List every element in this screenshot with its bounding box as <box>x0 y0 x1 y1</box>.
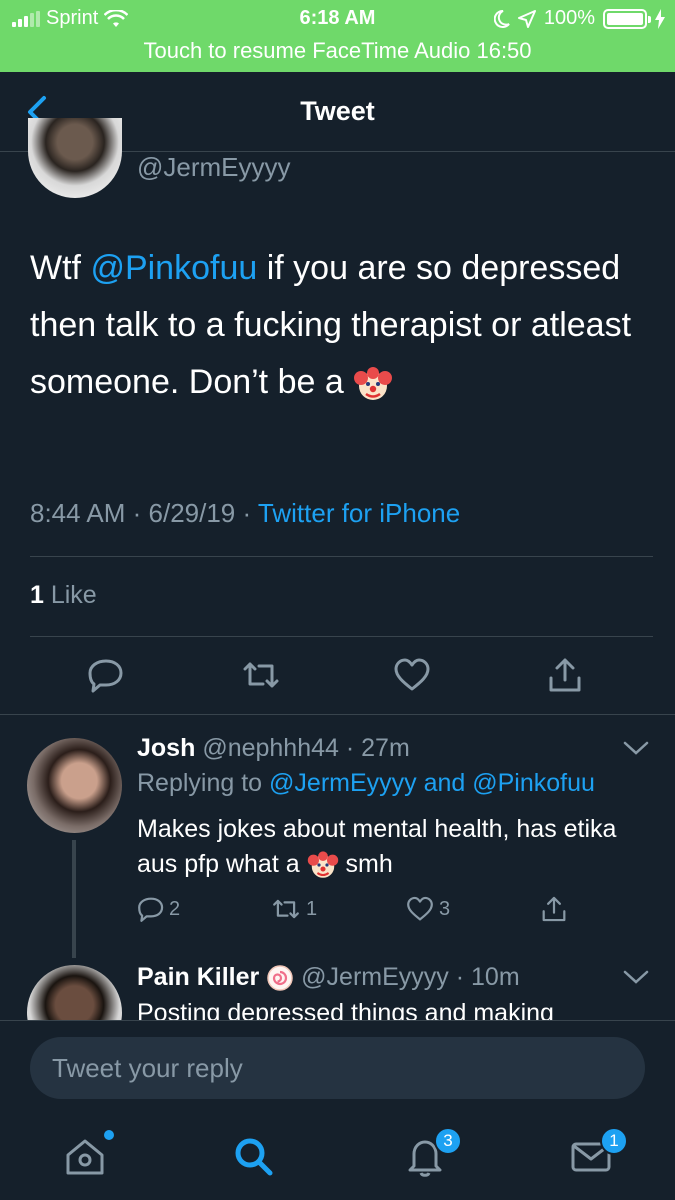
tweet-date: 6/29/19 <box>148 498 236 528</box>
clown-emoji-icon <box>307 851 338 879</box>
divider <box>30 636 653 637</box>
replying-to-users[interactable]: @JermEyyyy and @Pinkofuu <box>269 769 595 797</box>
avatar[interactable] <box>27 965 122 1020</box>
tab-messages[interactable]: 1 <box>568 1127 628 1183</box>
tab-notifications[interactable]: 3 <box>402 1127 462 1183</box>
status-right-group: 100% <box>493 7 665 30</box>
thread-line <box>72 840 76 958</box>
reply-icon[interactable] <box>87 656 125 694</box>
status-bar: Sprint 6:18 AM 100% <box>0 0 675 38</box>
share-icon <box>542 896 566 922</box>
tweet-text: Wtf @Pinkofuu if you are so depressed th… <box>30 240 650 411</box>
bottom-area: 3 1 <box>0 1020 675 1200</box>
divider <box>0 714 675 715</box>
reply-text: Makes jokes about mental health, has eti… <box>137 812 637 882</box>
meta-separator-1: · <box>125 498 149 528</box>
retweet-count: 1 <box>306 897 318 920</box>
moon-icon <box>493 9 510 28</box>
replying-to-label: Replying to <box>137 769 270 797</box>
unread-dot <box>104 1130 114 1140</box>
reply-retweet-button[interactable]: 1 <box>270 895 317 923</box>
reply-text-end: smh <box>338 850 393 878</box>
reply-header: Josh @nephhh44 · 27m <box>137 734 410 763</box>
tweet-text-start: Wtf <box>30 249 91 287</box>
fishcake-emoji-icon <box>267 965 293 992</box>
notifications-badge: 3 <box>434 1127 462 1155</box>
reply-time: · 10m <box>455 963 520 991</box>
reply-2-clip: Pain Killer @JermEyyyy · 10m Posting dep… <box>0 955 675 1020</box>
battery-percent: 100% <box>543 7 595 29</box>
chevron-down-icon[interactable] <box>623 740 649 756</box>
reply-header: Pain Killer @JermEyyyy · 10m <box>137 963 520 992</box>
tweet-meta: 8:44 AM · 6/29/19 · Twitter for iPhone <box>30 498 460 529</box>
replying-to: Replying to @JermEyyyy and @Pinkofuu <box>137 769 595 798</box>
clown-emoji-icon <box>354 367 393 401</box>
author-handle[interactable]: @JermEyyyy <box>137 152 291 183</box>
retweet-icon[interactable] <box>242 656 280 694</box>
reply-time: · 27m <box>345 734 410 762</box>
battery-fill <box>607 12 643 25</box>
messages-badge: 1 <box>600 1127 628 1155</box>
reply-author-name[interactable]: Pain Killer <box>137 963 259 991</box>
reply-icon <box>138 897 164 922</box>
charging-bolt-icon <box>655 8 665 29</box>
chevron-down-icon[interactable] <box>623 969 649 985</box>
likes-count[interactable]: 1 Like <box>30 581 97 610</box>
reply-author-name[interactable]: Josh <box>137 734 195 762</box>
share-icon[interactable] <box>546 656 584 694</box>
search-icon <box>235 1138 273 1176</box>
heart-icon <box>407 896 433 921</box>
tab-search[interactable] <box>230 1133 280 1183</box>
tweet-source-link[interactable]: Twitter for iPhone <box>258 498 460 528</box>
home-icon <box>66 1139 104 1175</box>
heart-icon[interactable] <box>393 656 431 694</box>
reply-text: Posting depressed things and making <box>137 999 554 1020</box>
reply-share-button[interactable] <box>540 895 568 923</box>
meta-separator-2: · <box>235 498 258 528</box>
like-count: 3 <box>439 897 451 920</box>
divider <box>30 556 653 557</box>
tab-home[interactable] <box>62 1130 114 1183</box>
location-icon <box>517 9 536 28</box>
likes-label: Like <box>43 581 97 609</box>
facetime-banner[interactable]: Touch to resume FaceTime Audio 16:50 <box>0 38 675 70</box>
reply-reply-button[interactable]: 2 <box>137 895 180 923</box>
reply-count: 2 <box>169 897 181 920</box>
reply-author-handle[interactable]: @nephhh44 <box>202 734 339 762</box>
reply-like-button[interactable]: 3 <box>405 895 450 923</box>
likes-number: 1 <box>30 581 44 609</box>
author-avatar[interactable] <box>28 118 122 198</box>
retweet-icon <box>273 899 299 919</box>
avatar[interactable] <box>27 738 122 833</box>
battery-icon <box>603 8 651 29</box>
tweet-mention[interactable]: @Pinkofuu <box>90 249 257 287</box>
reply-input[interactable] <box>30 1037 645 1099</box>
tweet-time: 8:44 AM <box>30 498 126 528</box>
reply-author-handle[interactable]: @JermEyyyy <box>301 963 449 991</box>
